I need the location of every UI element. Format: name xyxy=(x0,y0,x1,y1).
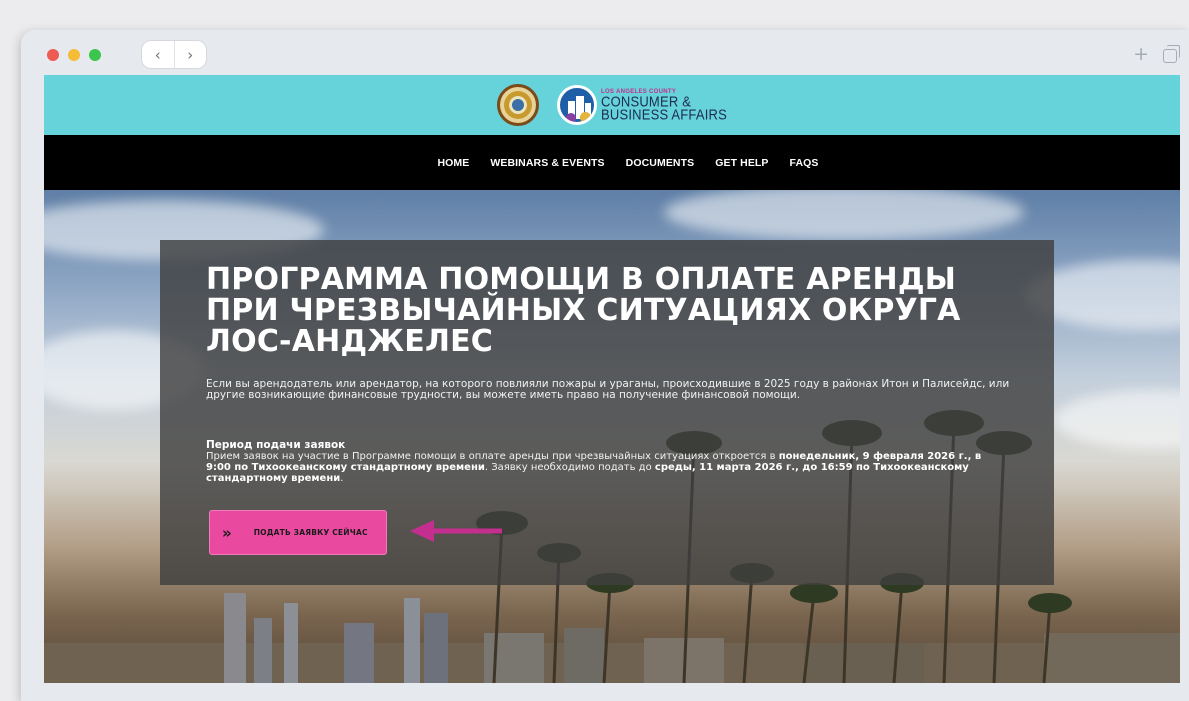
page-viewport: LOS ANGELES COUNTY CONSUMER & BUSINESS A… xyxy=(44,75,1180,683)
main-nav: HOME WEBINARS & EVENTS DOCUMENTS GET HEL… xyxy=(44,135,1180,192)
double-chevron-right-icon: » xyxy=(222,523,232,542)
maximize-window-button[interactable] xyxy=(89,49,101,61)
minimize-window-button[interactable] xyxy=(68,49,80,61)
nav-faqs[interactable]: FAQS xyxy=(790,157,819,169)
browser-toolbar: ‹ › + xyxy=(21,30,1189,75)
forward-button[interactable]: › xyxy=(175,41,207,68)
page-title: ПРОГРАММА ПОМОЩИ В ОПЛАТЕ АРЕНДЫ ПРИ ЧРЕ… xyxy=(206,262,961,359)
hero-description: Если вы арендодатель или арендатор, на к… xyxy=(206,378,1010,401)
period-text-part: . xyxy=(340,473,344,484)
county-seal-logo[interactable] xyxy=(496,84,539,126)
nav-documents[interactable]: DOCUMENTS xyxy=(626,157,695,169)
application-period-heading: Период подачи заявок xyxy=(206,439,346,451)
dcba-emblem-icon xyxy=(556,85,597,125)
period-text-part: Прием заявок на участие в Программе помо… xyxy=(206,451,779,462)
dcba-logo-line2: BUSINESS AFFAIRS xyxy=(600,106,727,123)
new-tab-button[interactable]: + xyxy=(1133,43,1149,65)
dcba-logo[interactable]: LOS ANGELES COUNTY CONSUMER & BUSINESS A… xyxy=(556,85,727,125)
main-nav-menu: HOME WEBINARS & EVENTS DOCUMENTS GET HEL… xyxy=(285,135,971,192)
back-button[interactable]: ‹ xyxy=(142,41,175,68)
window-bottom-edge xyxy=(21,683,1189,701)
browser-actions: + xyxy=(1133,43,1180,65)
tab-overview-icon[interactable] xyxy=(1163,45,1180,63)
site-header: LOS ANGELES COUNTY CONSUMER & BUSINESS A… xyxy=(44,75,1180,135)
application-period-text: Прием заявок на участие в Программе помо… xyxy=(206,451,986,484)
period-text-part: . Заявку необходимо подать до xyxy=(484,462,655,473)
hero-overlay-panel: ПРОГРАММА ПОМОЩИ В ОПЛАТЕ АРЕНДЫ ПРИ ЧРЕ… xyxy=(160,240,1054,585)
close-window-button[interactable] xyxy=(47,49,59,61)
apply-now-label: ПОДАТЬ ЗАЯВКУ СЕЙЧАС xyxy=(253,528,368,537)
hero-section: ПРОГРАММА ПОМОЩИ В ОПЛАТЕ АРЕНДЫ ПРИ ЧРЕ… xyxy=(44,190,1180,683)
dcba-logo-text: LOS ANGELES COUNTY CONSUMER & BUSINESS A… xyxy=(600,89,727,123)
browser-window: ‹ › + LOS ANGELES COUNTY CONSUMER & BUSI… xyxy=(21,30,1189,701)
apply-now-button[interactable]: » ПОДАТЬ ЗАЯВКУ СЕЙЧАС xyxy=(209,510,387,555)
history-nav: ‹ › xyxy=(142,41,206,68)
pointer-arrow-icon xyxy=(410,520,502,542)
nav-get-help[interactable]: GET HELP xyxy=(715,157,768,169)
nav-webinars-events[interactable]: WEBINARS & EVENTS xyxy=(490,157,604,169)
nav-home[interactable]: HOME xyxy=(437,157,469,169)
